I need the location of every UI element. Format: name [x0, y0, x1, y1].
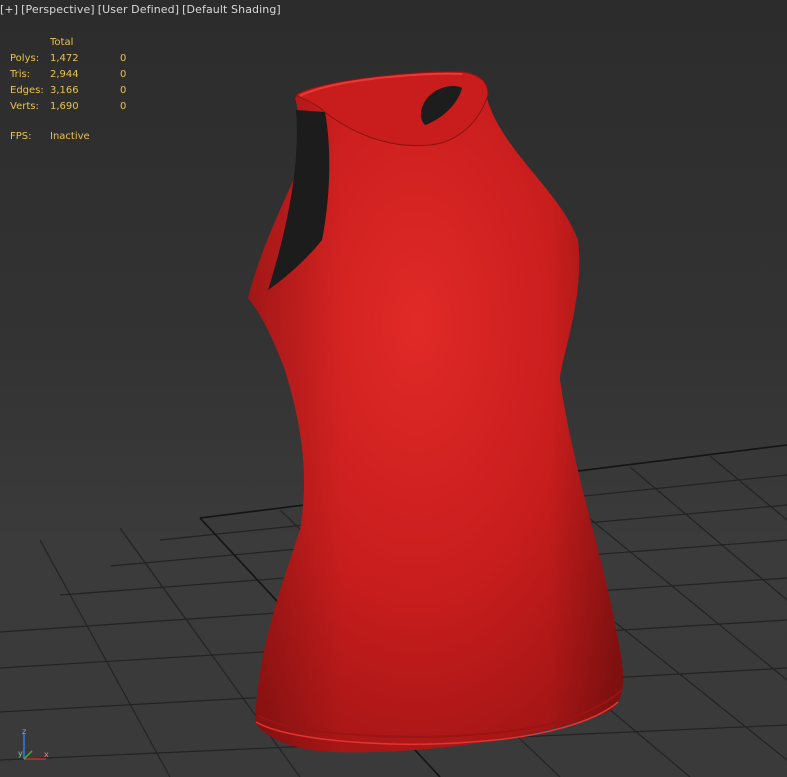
3d-viewport[interactable]: [+] [Perspective] [User Defined] [Default S…: [0, 0, 787, 777]
viewport-scene[interactable]: [0, 0, 787, 777]
viewport-menu-shading[interactable]: [Default Shading]: [182, 3, 281, 16]
stats-label: Verts:: [10, 101, 39, 112]
stats-header-total: Total: [50, 37, 74, 48]
stats-selected: 0: [120, 85, 127, 96]
stats-total: 1,472: [50, 53, 79, 64]
stats-row: Edges: 3,166 0: [10, 83, 150, 99]
stats-total: 3,166: [50, 85, 79, 96]
stats-total: 1,690: [50, 101, 79, 112]
stats-row: Polys: 1,472 0: [10, 51, 150, 67]
stats-header-row: Total: [10, 35, 150, 51]
axis-gizmo-icon: z y x: [18, 727, 49, 760]
stats-overlay: Total Polys: 1,472 0 Tris: 2,944 0 Edges…: [10, 35, 150, 115]
viewport-menu-plus[interactable]: [+]: [0, 3, 18, 16]
stats-label: Polys:: [10, 53, 40, 64]
stats-label: Edges:: [10, 85, 44, 96]
viewport-label[interactable]: [+] [Perspective] [User Defined] [Default S…: [0, 3, 284, 16]
axis-y-label: y: [18, 749, 23, 758]
viewport-menu-view[interactable]: [Perspective]: [21, 3, 95, 16]
stats-row: Tris: 2,944 0: [10, 67, 150, 83]
viewport-menu-camera[interactable]: [User Defined]: [98, 3, 179, 16]
stats-label: Tris:: [10, 69, 31, 80]
stats-total: 2,944: [50, 69, 79, 80]
tank-top-model: [248, 71, 624, 753]
stats-selected: 0: [120, 69, 127, 80]
axis-x-label: x: [44, 750, 49, 759]
stats-selected: 0: [120, 53, 127, 64]
fps-readout: FPS: Inactive: [10, 131, 90, 142]
fps-label: FPS:: [10, 131, 32, 142]
stats-selected: 0: [120, 101, 127, 112]
axis-z-label: z: [22, 727, 26, 736]
fps-value: Inactive: [50, 131, 90, 142]
stats-row: Verts: 1,690 0: [10, 99, 150, 115]
